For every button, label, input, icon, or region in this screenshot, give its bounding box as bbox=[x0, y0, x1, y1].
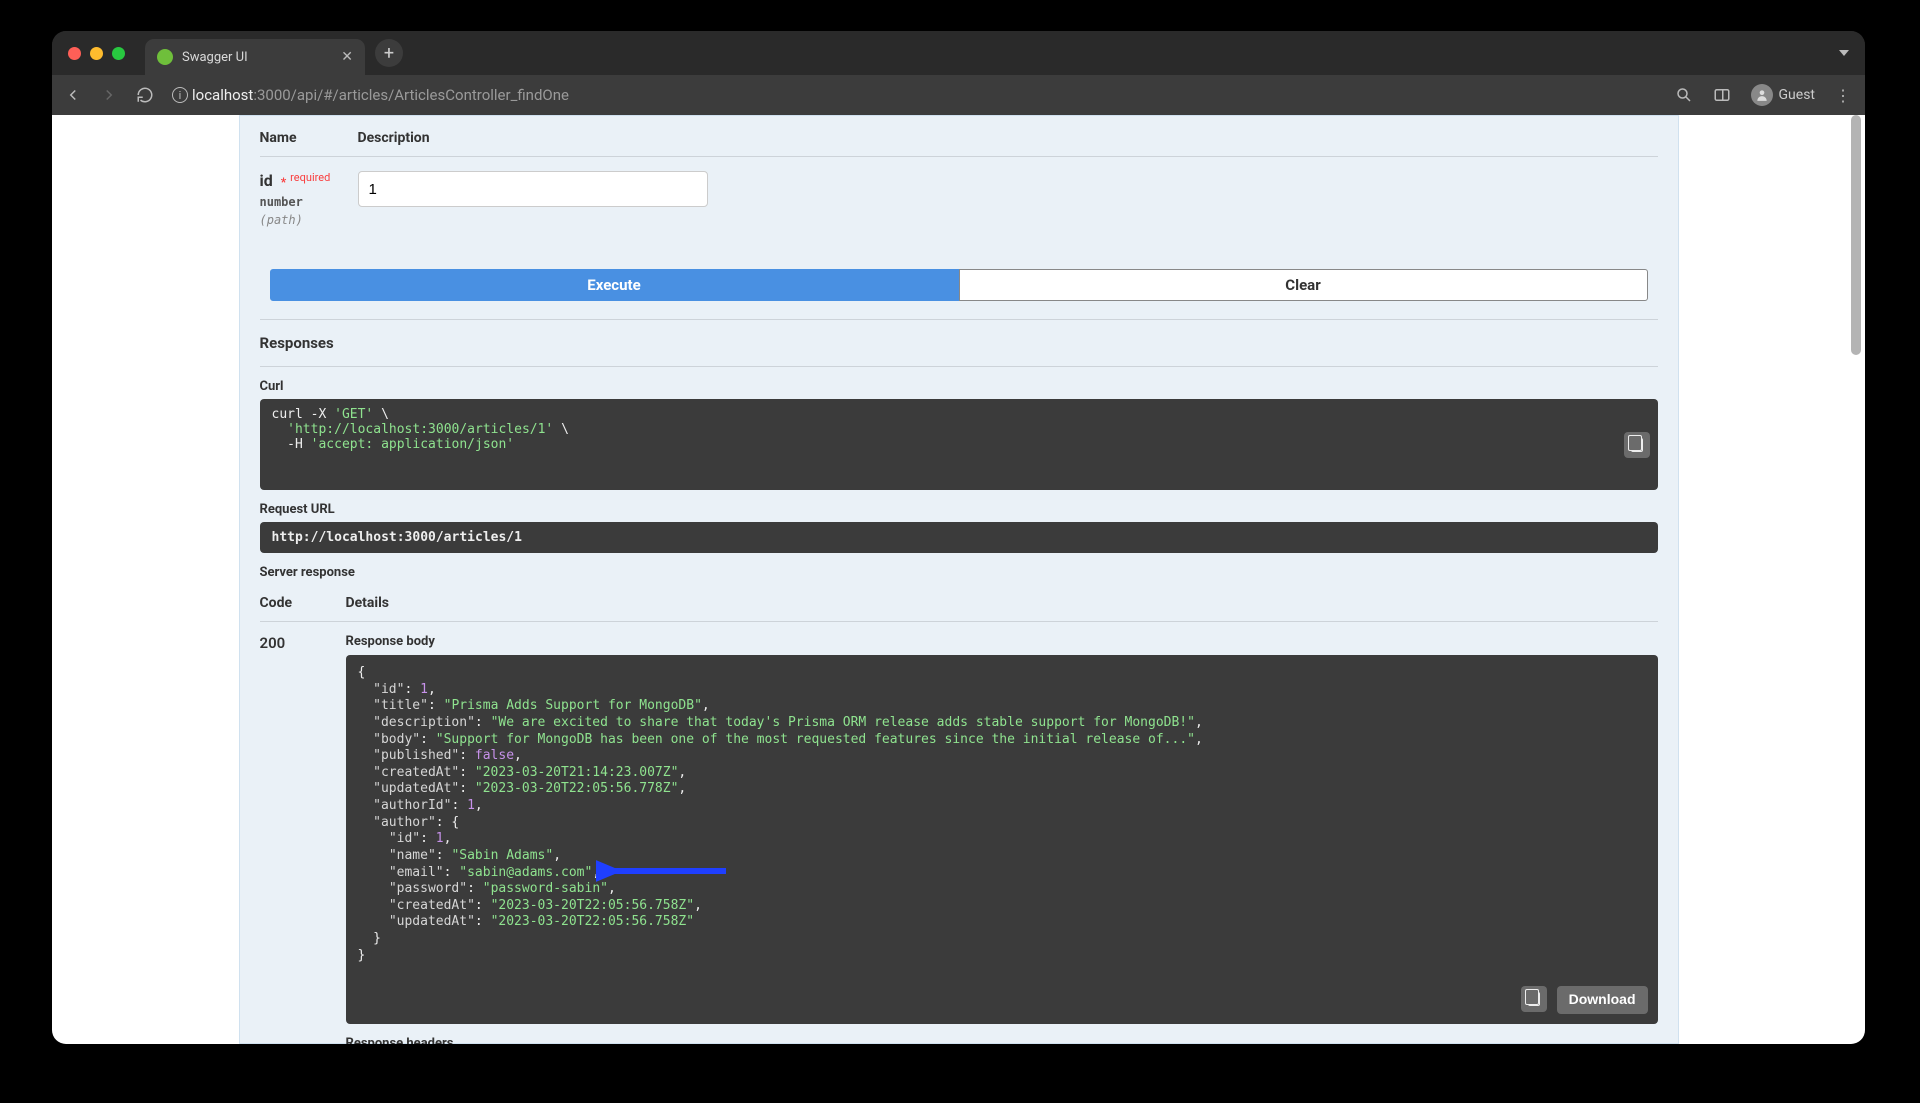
rb-desc: We are excited to share that today's Pri… bbox=[498, 715, 1187, 730]
response-body-cell: Response body { "id": 1, "title": "Prism… bbox=[346, 634, 1658, 1044]
response-row: 200 Response body { "id": 1, "title": "P… bbox=[260, 622, 1658, 1044]
server-response-label: Server response bbox=[260, 565, 1658, 580]
response-table-head: Code Details bbox=[260, 585, 1658, 622]
copy-response-button[interactable] bbox=[1521, 986, 1547, 1012]
rb-title: Prisma Adds Support for MongoDB bbox=[451, 698, 694, 713]
json-actions: Download bbox=[1521, 986, 1648, 1014]
minimize-window-button[interactable] bbox=[90, 47, 103, 60]
curl-l3a: -H bbox=[272, 437, 311, 452]
rb-a-created: 2023-03-20T22:05:56.758Z bbox=[498, 898, 686, 913]
url-host: localhost bbox=[192, 86, 253, 104]
profile-chip[interactable]: Guest bbox=[1751, 84, 1815, 106]
code-header: Code bbox=[260, 595, 346, 611]
request-url-label: Request URL bbox=[260, 502, 1658, 517]
menu-icon[interactable]: ⋮ bbox=[1835, 86, 1853, 104]
chevron-down-icon[interactable] bbox=[1839, 50, 1849, 56]
url-path: :3000/api/#/articles/ArticlesController_… bbox=[253, 86, 569, 104]
param-meta: id * required number (path) bbox=[260, 171, 358, 227]
scrollbar[interactable] bbox=[1849, 115, 1863, 1044]
param-row-id: id * required number (path) bbox=[260, 157, 1658, 255]
response-code: 200 bbox=[260, 634, 346, 1044]
rb-id: 1 bbox=[420, 682, 428, 697]
response-body-label: Response body bbox=[346, 634, 1658, 649]
titlebar-right bbox=[1839, 50, 1849, 56]
params-header-row: Name Description bbox=[260, 116, 1658, 157]
request-url-block: http://localhost:3000/articles/1 bbox=[260, 522, 1658, 553]
window-controls bbox=[68, 47, 125, 60]
required-star: * bbox=[281, 175, 286, 189]
swagger-panel: Name Description id * required number (p… bbox=[239, 115, 1679, 1044]
copy-icon bbox=[1528, 992, 1540, 1006]
curl-l2a bbox=[272, 422, 288, 437]
page-viewport: Name Description id * required number (p… bbox=[52, 115, 1865, 1044]
panel-icon[interactable] bbox=[1713, 86, 1731, 104]
reload-button[interactable] bbox=[136, 86, 154, 104]
param-value-cell bbox=[358, 171, 708, 227]
response-headers-label: Response headers bbox=[346, 1036, 1658, 1044]
browser-window: Swagger UI ✕ + i localhost:3000/api/#/ar… bbox=[52, 31, 1865, 1044]
site-info-icon[interactable]: i bbox=[172, 87, 188, 103]
rb-updated: 2023-03-20T22:05:56.778Z bbox=[483, 781, 671, 796]
clear-button[interactable]: Clear bbox=[959, 269, 1648, 301]
toolbar-right: Guest ⋮ bbox=[1675, 84, 1853, 106]
curl-block: curl -X 'GET' \ 'http://localhost:3000/a… bbox=[260, 399, 1658, 490]
avatar-icon bbox=[1751, 84, 1773, 106]
arrow-annotation-icon bbox=[596, 859, 736, 883]
forward-button[interactable] bbox=[100, 86, 118, 104]
details-header: Details bbox=[346, 595, 390, 611]
responses-title: Responses bbox=[260, 320, 1658, 366]
rb-a-id: 1 bbox=[436, 831, 444, 846]
copy-curl-button[interactable] bbox=[1624, 432, 1650, 458]
new-tab-button[interactable]: + bbox=[375, 39, 403, 67]
tab-strip: Swagger UI ✕ + bbox=[145, 31, 403, 75]
param-name: id * required bbox=[260, 171, 358, 190]
param-type: number bbox=[260, 195, 358, 209]
rb-created: 2023-03-20T21:14:23.007Z bbox=[483, 765, 671, 780]
scrollbar-thumb[interactable] bbox=[1851, 115, 1861, 355]
curl-label: Curl bbox=[260, 379, 1658, 394]
profile-label: Guest bbox=[1779, 87, 1815, 103]
params-header-name: Name bbox=[260, 130, 358, 146]
response-body-json: { "id": 1, "title": "Prisma Adds Support… bbox=[346, 655, 1658, 1024]
copy-icon bbox=[1631, 438, 1643, 452]
curl-url: 'http://localhost:3000/articles/1' bbox=[287, 422, 553, 437]
rb-a-name: Sabin Adams bbox=[459, 848, 545, 863]
curl-header: 'accept: application/json' bbox=[311, 437, 515, 452]
titlebar: Swagger UI ✕ + bbox=[52, 31, 1865, 75]
curl-l2c: \ bbox=[553, 422, 569, 437]
browser-tab[interactable]: Swagger UI ✕ bbox=[145, 39, 365, 75]
rb-authid: 1 bbox=[467, 798, 475, 813]
required-text: required bbox=[290, 171, 330, 184]
tab-title: Swagger UI bbox=[182, 50, 332, 65]
rb-a-updated: 2023-03-20T22:05:56.758Z bbox=[498, 914, 686, 929]
curl-l1a: curl -X bbox=[272, 407, 335, 422]
rb-pub: false bbox=[475, 748, 514, 763]
address-bar: i localhost:3000/api/#/articles/Articles… bbox=[52, 75, 1865, 115]
curl-method: 'GET' bbox=[334, 407, 373, 422]
url-field[interactable]: i localhost:3000/api/#/articles/Articles… bbox=[172, 86, 1657, 104]
params-header-desc: Description bbox=[358, 130, 430, 146]
close-window-button[interactable] bbox=[68, 47, 81, 60]
download-button[interactable]: Download bbox=[1557, 986, 1648, 1014]
rb-a-pass: password-sabin bbox=[491, 881, 601, 896]
action-buttons: Execute Clear bbox=[260, 255, 1658, 319]
back-button[interactable] bbox=[64, 86, 82, 104]
execute-button[interactable]: Execute bbox=[270, 269, 959, 301]
swagger-favicon bbox=[157, 49, 173, 65]
rb-body: Support for MongoDB has been one of the … bbox=[444, 732, 1188, 747]
fullscreen-window-button[interactable] bbox=[112, 47, 125, 60]
rb-a-email: sabin@adams.com bbox=[467, 865, 584, 880]
zoom-icon[interactable] bbox=[1675, 86, 1693, 104]
tab-close-icon[interactable]: ✕ bbox=[341, 49, 353, 65]
curl-l1c: \ bbox=[373, 407, 389, 422]
param-id-label: id bbox=[260, 171, 273, 190]
param-in: (path) bbox=[260, 213, 358, 227]
param-id-input[interactable] bbox=[358, 171, 708, 207]
